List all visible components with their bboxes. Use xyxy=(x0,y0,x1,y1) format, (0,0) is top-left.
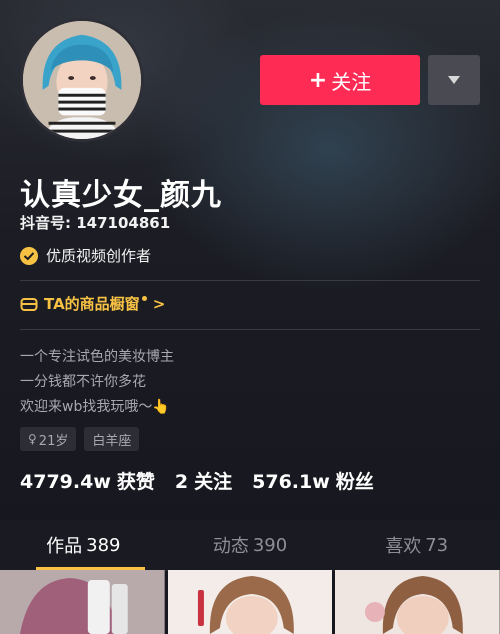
bio-line: 一个专注试色的美妆博主 xyxy=(20,349,174,365)
age-label: 21岁 xyxy=(38,433,69,449)
likes-label: 获赞 xyxy=(116,471,155,493)
bio-line: 欢迎来wb找我玩哦～👆 xyxy=(20,399,170,415)
followers-count: 576.1w xyxy=(252,471,330,493)
shop-window-label: TA的商品橱窗 xyxy=(44,295,140,313)
tab-label: 作品 xyxy=(46,536,83,557)
triangle-down-icon xyxy=(448,76,460,84)
tab-label: 动态 xyxy=(212,536,249,557)
following-label: 关注 xyxy=(194,471,233,493)
zodiac-label: 白羊座 xyxy=(92,433,132,449)
notification-dot xyxy=(141,296,147,301)
followers-label: 粉丝 xyxy=(335,471,374,493)
video-thumbnail-image xyxy=(167,570,333,634)
profile-name: 认真少女_颜九 xyxy=(20,178,222,213)
followers-stat[interactable]: 576.1w 粉丝 xyxy=(252,467,374,494)
following-stat[interactable]: 2 关注 xyxy=(175,467,232,494)
avatar[interactable] xyxy=(20,18,144,142)
tab-works[interactable]: 作品 389 xyxy=(0,520,167,570)
bio: 一个专注试色的美妆博主 一分钱都不许你多花 欢迎来wb找我玩哦～👆 xyxy=(20,345,174,420)
female-icon: ♀ xyxy=(28,432,37,446)
profile-tags: ♀ 21岁 白羊座 xyxy=(20,427,140,451)
video-thumbnail[interactable] xyxy=(0,570,165,634)
video-thumbnail[interactable] xyxy=(167,570,333,634)
age-tag: ♀ 21岁 xyxy=(20,427,77,451)
shop-bag-icon xyxy=(20,297,38,311)
shop-window-link[interactable]: TA的商品橱窗 > xyxy=(20,293,165,314)
plus-icon: + xyxy=(308,67,328,93)
avatar-image xyxy=(23,21,141,139)
creator-badge-label: 优质视频创作者 xyxy=(46,247,152,265)
follow-button[interactable]: + 关注 xyxy=(260,55,420,105)
tab-likes[interactable]: 喜欢 73 xyxy=(333,520,500,570)
douyin-id: 抖音号: 147104861 xyxy=(20,214,171,232)
content-tabs: 作品 389 动态 390 喜欢 73 xyxy=(0,520,500,571)
tab-count: 73 xyxy=(425,534,449,556)
bio-line: 一分钱都不许你多花 xyxy=(20,374,146,390)
likes-stat[interactable]: 4779.4w 获赞 xyxy=(20,467,155,494)
video-thumbnail-image xyxy=(0,570,165,634)
video-thumbnail[interactable] xyxy=(335,570,500,634)
more-options-button[interactable] xyxy=(428,55,480,105)
video-grid xyxy=(0,570,500,634)
creator-badge-row: 优质视频创作者 xyxy=(20,245,151,266)
tab-count: 390 xyxy=(252,534,288,556)
verified-check-icon xyxy=(20,246,38,265)
zodiac-tag: 白羊座 xyxy=(84,427,140,451)
tab-label: 喜欢 xyxy=(385,536,422,557)
follow-label: 关注 xyxy=(331,69,372,94)
tab-activity[interactable]: 动态 390 xyxy=(167,520,334,570)
following-count: 2 xyxy=(174,471,189,493)
divider xyxy=(20,329,480,330)
divider xyxy=(20,280,480,281)
tab-count: 389 xyxy=(86,534,121,556)
chevron-right-icon: > xyxy=(152,294,166,313)
likes-count: 4779.4w xyxy=(20,471,111,493)
video-thumbnail-image xyxy=(335,570,500,634)
profile-stats: 4779.4w 获赞 2 关注 576.1w 粉丝 xyxy=(20,467,394,494)
